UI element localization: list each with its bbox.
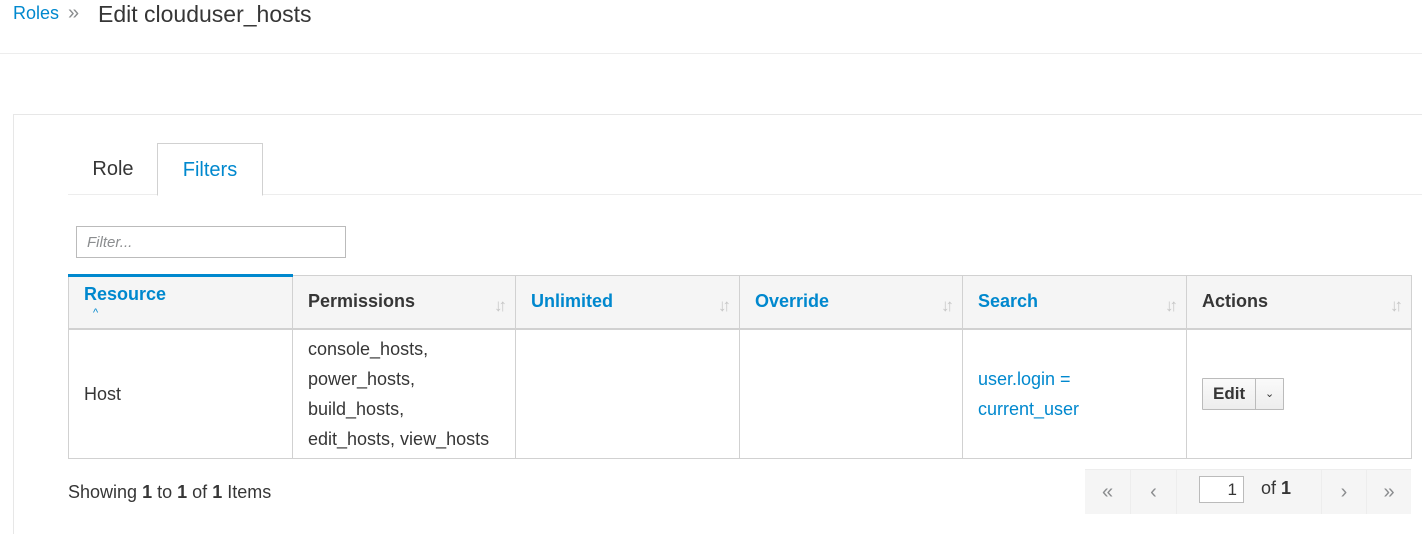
chevron-down-icon[interactable]: ⌄ xyxy=(1256,377,1285,410)
last-page-button[interactable]: » xyxy=(1367,470,1411,514)
breadcrumb-separator: » xyxy=(68,2,80,24)
permission-item: build_hosts, xyxy=(308,398,405,419)
tab-filters[interactable]: Filters xyxy=(157,143,263,196)
search-link-line: user.login = xyxy=(978,368,1071,389)
column-label-actions: Actions xyxy=(1202,291,1269,312)
sort-icon: ↓↑ xyxy=(941,296,954,315)
page-of-word: of xyxy=(1261,478,1277,498)
table-row: Host console_hosts, power_hosts, build_h… xyxy=(68,328,1412,459)
search-link[interactable]: user.login = current_user xyxy=(978,364,1171,424)
cell-permissions: console_hosts, power_hosts, build_hosts,… xyxy=(292,328,516,459)
search-link-line: current_user xyxy=(978,398,1080,419)
column-label-unlimited: Unlimited xyxy=(531,291,614,312)
summary-to-word: to xyxy=(157,482,173,502)
column-header-unlimited[interactable]: Unlimited ↓↑ xyxy=(515,275,740,330)
page-number-input[interactable] xyxy=(1199,476,1244,503)
column-label-override: Override xyxy=(755,291,830,312)
column-header-override[interactable]: Override ↓↑ xyxy=(739,275,963,330)
cell-resource: Host xyxy=(68,328,293,459)
tab-role[interactable]: Role xyxy=(68,143,158,195)
permission-item: power_hosts, xyxy=(308,368,416,389)
prev-page-button[interactable]: ‹ xyxy=(1131,470,1177,514)
breadcrumb-roles-link[interactable]: Roles xyxy=(13,3,59,24)
caret-up-icon: ^ xyxy=(93,307,99,319)
cell-actions: Edit ⌄ xyxy=(1186,328,1412,459)
summary-from: 1 xyxy=(142,482,153,502)
page-title: Edit clouduser_hosts xyxy=(98,1,312,27)
sort-icon: ↓↑ xyxy=(1390,296,1403,315)
summary-of-word: of xyxy=(192,482,208,502)
sort-icon: ↓↑ xyxy=(494,296,507,315)
page-total: 1 xyxy=(1281,478,1292,498)
summary-prefix: Showing xyxy=(68,482,138,502)
summary-to: 1 xyxy=(177,482,188,502)
summary-suffix: Items xyxy=(227,482,272,502)
column-header-search[interactable]: Search ↓↑ xyxy=(962,275,1187,330)
sort-icon: ↓↑ xyxy=(1165,296,1178,315)
column-label-resource: Resource xyxy=(84,283,167,304)
action-button-group: Edit ⌄ xyxy=(1202,377,1285,410)
table-header-row: Resource ^ Permissions ↓↑ Unlimited ↓↑ O… xyxy=(68,274,1412,330)
permission-item: edit_hosts, view_hosts xyxy=(308,428,490,449)
items-summary: Showing 1 to 1 of 1 Items xyxy=(68,482,271,503)
column-label-permissions: Permissions xyxy=(308,291,416,312)
first-page-button[interactable]: « xyxy=(1085,470,1131,514)
column-header-resource[interactable]: Resource ^ xyxy=(68,274,293,330)
column-header-actions[interactable]: Actions ↓↑ xyxy=(1186,275,1412,330)
filters-table: Resource ^ Permissions ↓↑ Unlimited ↓↑ O… xyxy=(68,274,1412,459)
permission-item: console_hosts, xyxy=(308,338,429,359)
cell-search: user.login = current_user xyxy=(962,328,1187,459)
sort-icon: ↓↑ xyxy=(718,296,731,315)
next-page-button[interactable]: › xyxy=(1321,470,1367,514)
column-header-permissions[interactable]: Permissions ↓↑ xyxy=(292,275,516,330)
cell-override xyxy=(739,328,963,459)
column-label-search: Search xyxy=(978,291,1039,312)
pagination: « ‹ of 1 › » xyxy=(1085,469,1411,514)
summary-total: 1 xyxy=(212,482,223,502)
cell-unlimited xyxy=(515,328,740,459)
edit-button[interactable]: Edit xyxy=(1202,377,1257,410)
filter-input[interactable] xyxy=(76,226,346,258)
breadcrumb: Roles » Edit clouduser_hosts xyxy=(0,0,1422,54)
page-count: of 1 xyxy=(1261,478,1291,499)
tab-bar: Role Filters xyxy=(68,143,1422,196)
